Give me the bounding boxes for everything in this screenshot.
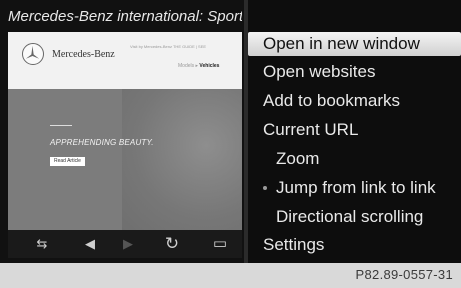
hero-banner: APPREHENDING BEAUTY. Read Article: [8, 89, 242, 230]
nav-prefix[interactable]: Models ▸: [178, 63, 198, 69]
menu-item-open-websites[interactable]: Open websites: [248, 60, 461, 84]
keyboard-icon[interactable]: ▭: [208, 230, 232, 258]
menu-item-directional-scrolling[interactable]: Directional scrolling: [248, 205, 461, 229]
site-nav[interactable]: Models ▸ Vehicles: [178, 63, 219, 69]
caption-bar: P82.89-0557-31: [0, 263, 461, 288]
figure-code: P82.89-0557-31: [355, 267, 453, 282]
back-icon[interactable]: ⇆: [30, 230, 54, 258]
menu-item-open-in-new-window[interactable]: Open in new window: [248, 32, 461, 56]
mercedes-star-logo[interactable]: [22, 43, 44, 65]
browser-menu: Open in new window Open websites Add to …: [248, 0, 461, 263]
browser-pane: Mercedes-Benz international: Sports Merc…: [0, 0, 244, 263]
read-article-button[interactable]: Read Article: [50, 157, 85, 166]
menu-item-settings[interactable]: Settings: [248, 233, 461, 257]
page-title: Mercedes-Benz international: Sports: [8, 8, 242, 25]
next-page-icon[interactable]: ▶: [116, 230, 140, 258]
menu-item-jump-link-to-link-label: Jump from link to link: [276, 178, 436, 197]
hero-divider: [50, 125, 72, 126]
brand-name[interactable]: Mercedes-Benz: [52, 49, 115, 60]
menu-item-jump-link-to-link[interactable]: Jump from link to link: [248, 176, 461, 200]
active-option-bullet-icon: [263, 186, 267, 190]
menu-item-zoom[interactable]: Zoom: [248, 147, 461, 171]
previous-page-icon[interactable]: ◀: [78, 230, 102, 258]
site-header: Mercedes-Benz Visit by Mercedes-Benz THE…: [8, 32, 242, 89]
browser-toolbar: ⇆ ◀ ▶ ↻ ▭: [8, 230, 242, 258]
nav-vehicles[interactable]: Vehicles: [199, 63, 219, 69]
web-view[interactable]: Mercedes-Benz Visit by Mercedes-Benz THE…: [8, 32, 242, 230]
reload-icon[interactable]: ↻: [160, 230, 184, 258]
menu-item-add-to-bookmarks[interactable]: Add to bookmarks: [248, 89, 461, 113]
header-meta-text: Visit by Mercedes-Benz THE GUIDE | SEE: [130, 44, 207, 49]
head-unit-screen: Mercedes-Benz international: Sports Merc…: [0, 0, 461, 263]
menu-item-current-url[interactable]: Current URL: [248, 118, 461, 142]
hero-headline: APPREHENDING BEAUTY.: [50, 138, 154, 147]
